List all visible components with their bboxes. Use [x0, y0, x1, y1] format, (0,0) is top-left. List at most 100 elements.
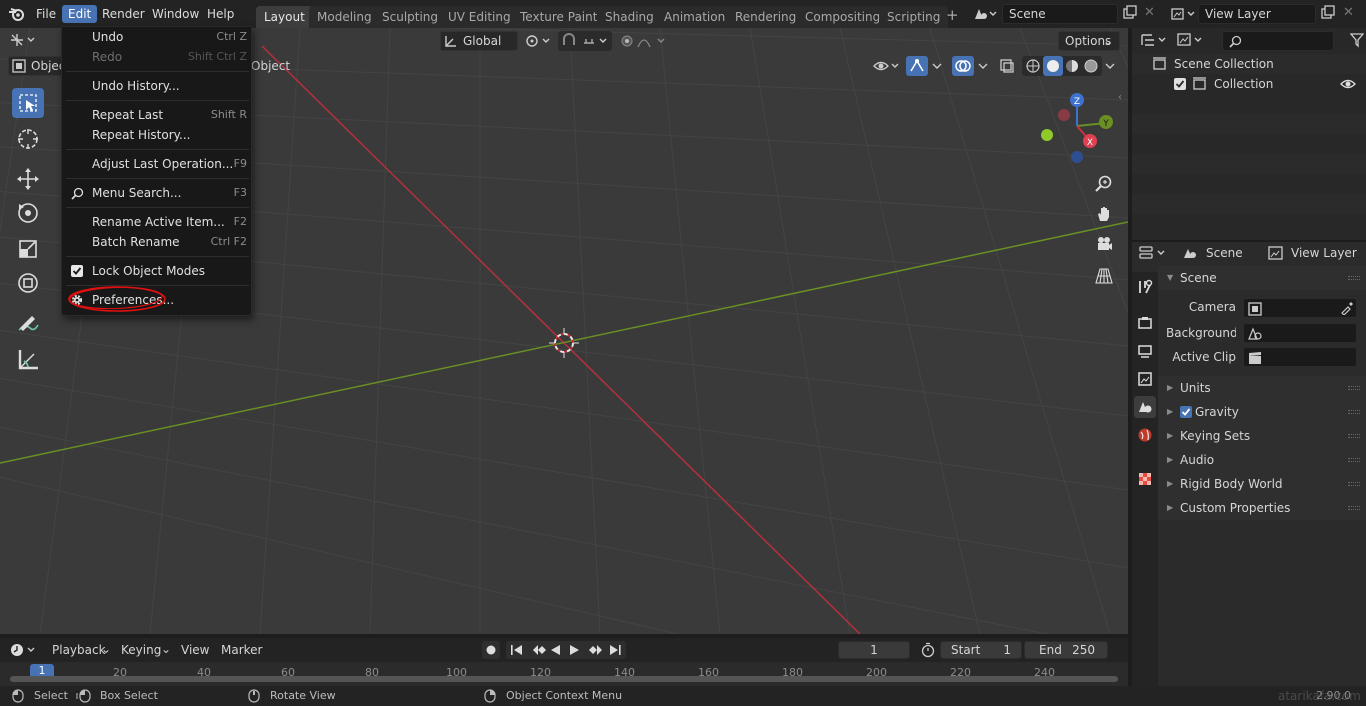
scene-browse-icon[interactable]: [972, 6, 998, 22]
scene-name-field[interactable]: Scene: [1002, 4, 1118, 24]
display-mode-icon[interactable]: [1176, 32, 1206, 48]
editor-type-icon[interactable]: [8, 31, 40, 49]
tab-scripting[interactable]: Scripting: [879, 6, 949, 28]
tab-sculpting[interactable]: Sculpting: [374, 6, 447, 28]
drag-grip-icon[interactable]: [1348, 386, 1360, 390]
gravity-panel[interactable]: ▶ Gravity: [1158, 400, 1366, 424]
menu-window[interactable]: Window: [146, 5, 205, 23]
annotate-tool[interactable]: [12, 308, 44, 338]
render-tab-icon[interactable]: [1134, 312, 1156, 334]
tab-modeling[interactable]: Modeling: [309, 6, 380, 28]
end-frame-field[interactable]: End 250: [1024, 641, 1108, 659]
view-layer-field[interactable]: View Layer: [1198, 4, 1316, 24]
cursor-tool[interactable]: [12, 124, 44, 154]
delete-view-layer-icon[interactable]: ✕: [1343, 5, 1354, 20]
proportional-editing-icon[interactable]: [618, 31, 668, 51]
menu-item-batch-rename[interactable]: Batch Rename Ctrl F2: [62, 232, 253, 252]
drag-grip-icon[interactable]: [1348, 458, 1360, 462]
tab-layout[interactable]: Layout: [256, 6, 313, 28]
menu-item-menu-search[interactable]: Menu Search... F3: [62, 183, 253, 203]
scene-properties-tab-icon[interactable]: [1134, 396, 1156, 418]
outliner-search-input[interactable]: [1222, 31, 1334, 51]
timeline-menu-marker[interactable]: Marker: [221, 643, 262, 657]
drag-grip-icon[interactable]: [1348, 434, 1360, 438]
tab-compositing[interactable]: Compositing: [797, 6, 889, 28]
active-clip-field[interactable]: [1243, 347, 1357, 367]
visibility-selectability-icon[interactable]: [872, 57, 902, 75]
eye-visibility-icon[interactable]: [1340, 77, 1356, 91]
drag-grip-icon[interactable]: [1348, 506, 1360, 510]
select-box-tool[interactable]: [12, 88, 44, 118]
add-workspace-icon[interactable]: +: [946, 6, 959, 24]
timeline-menu-keying[interactable]: Keying: [121, 643, 161, 657]
camera-field[interactable]: [1243, 298, 1357, 318]
drag-grip-icon[interactable]: [1348, 482, 1360, 486]
gizmo-dropdown-icon[interactable]: [930, 59, 944, 73]
tab-texture-paint[interactable]: Texture Paint: [512, 6, 606, 28]
playback-controls[interactable]: [506, 641, 626, 659]
view-layer-tab-icon[interactable]: [1134, 368, 1156, 390]
filter-icon[interactable]: [1350, 32, 1364, 48]
view-layer-browse-icon[interactable]: [1170, 6, 1196, 22]
menu-file[interactable]: File: [30, 5, 62, 23]
timeline-scrollbar[interactable]: [10, 676, 1118, 682]
menu-item-undo-history[interactable]: Undo History...: [62, 76, 253, 96]
options-dropdown[interactable]: Options ⌄: [1058, 31, 1120, 51]
viewport-object-menu[interactable]: Object: [251, 59, 290, 73]
delete-scene-icon[interactable]: ✕: [1144, 5, 1155, 20]
transform-tool[interactable]: [12, 268, 44, 298]
pivot-point-icon[interactable]: [524, 33, 556, 49]
tab-shading[interactable]: Shading: [597, 6, 662, 28]
texture-tab-icon[interactable]: [1134, 468, 1156, 490]
timeline-menu-view[interactable]: View: [181, 643, 209, 657]
tab-uv-editing[interactable]: UV Editing: [440, 6, 519, 28]
menu-render[interactable]: Render: [96, 5, 151, 23]
custom-properties-panel[interactable]: ▶ Custom Properties: [1158, 496, 1366, 520]
checkbox-checked-icon[interactable]: [71, 265, 83, 277]
tab-rendering[interactable]: Rendering: [727, 6, 805, 28]
new-scene-icon[interactable]: [1122, 5, 1138, 21]
properties-editor-type-icon[interactable]: [1138, 244, 1170, 262]
menu-help[interactable]: Help: [201, 5, 240, 23]
scene-panel-header[interactable]: ▼ Scene: [1158, 266, 1366, 290]
menu-item-repeat-history[interactable]: Repeat History...: [62, 125, 253, 145]
menu-item-adjust-last-operation[interactable]: Adjust Last Operation... F9: [62, 154, 253, 174]
keying-sets-panel[interactable]: ▶ Keying Sets: [1158, 424, 1366, 448]
menu-item-lock-object-modes[interactable]: Lock Object Modes: [62, 261, 253, 281]
output-tab-icon[interactable]: [1134, 340, 1156, 362]
start-frame-field[interactable]: Start 1: [940, 641, 1022, 659]
xray-toggle-icon[interactable]: [998, 57, 1016, 75]
overlays-dropdown-icon[interactable]: [976, 59, 990, 73]
move-tool[interactable]: [12, 164, 44, 194]
overlays-toggle-icon[interactable]: [952, 56, 974, 76]
drag-grip-icon[interactable]: [1348, 410, 1360, 414]
tool-tab-icon[interactable]: [1134, 276, 1156, 298]
perspective-toggle-icon[interactable]: [1094, 266, 1114, 286]
units-panel[interactable]: ▶ Units: [1158, 376, 1366, 400]
drag-grip-icon[interactable]: [1348, 276, 1360, 280]
zoom-icon[interactable]: [1094, 174, 1114, 194]
background-field[interactable]: [1243, 323, 1357, 343]
stopwatch-icon[interactable]: [920, 642, 936, 658]
snap-toggle-icon[interactable]: [558, 31, 612, 51]
measure-tool[interactable]: [12, 344, 44, 374]
rigid-body-world-panel[interactable]: ▶ Rigid Body World: [1158, 472, 1366, 496]
outliner-row[interactable]: Collection: [1132, 74, 1366, 94]
current-frame-field[interactable]: 1: [838, 641, 910, 659]
menu-edit[interactable]: Edit: [62, 5, 98, 23]
pan-hand-icon[interactable]: [1094, 204, 1114, 224]
menu-item-rename-active-item[interactable]: Rename Active Item... F2: [62, 212, 253, 232]
record-button[interactable]: [482, 641, 500, 659]
blender-logo-icon[interactable]: [8, 6, 26, 22]
timeline-menu-playback[interactable]: Playback: [52, 643, 106, 657]
camera-view-icon[interactable]: [1094, 234, 1114, 254]
outliner-editor-type-icon[interactable]: [1140, 32, 1170, 48]
sidebar-toggle-icon[interactable]: ‹: [1118, 92, 1122, 103]
gravity-checkbox-icon[interactable]: [1180, 406, 1192, 418]
tab-animation[interactable]: Animation: [656, 6, 734, 28]
world-tab-icon[interactable]: [1134, 424, 1156, 446]
menu-item-undo[interactable]: Undo Ctrl Z: [62, 27, 253, 47]
gizmo-toggle-icon[interactable]: [906, 56, 928, 76]
audio-panel[interactable]: ▶ Audio: [1158, 448, 1366, 472]
properties-tab-scene[interactable]: Scene: [1206, 246, 1243, 260]
